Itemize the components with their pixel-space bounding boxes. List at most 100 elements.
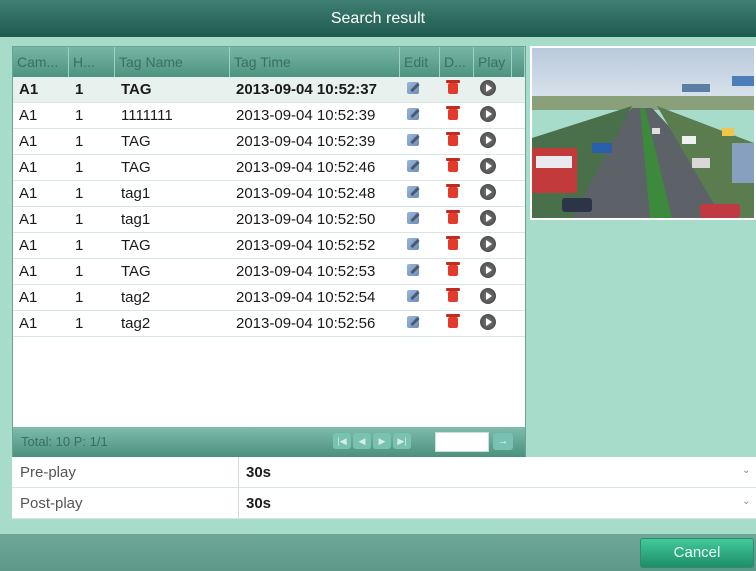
table-row[interactable]: A1 1 tag1 2013-09-04 10:52:50 [13, 207, 525, 233]
chevron-down-icon[interactable]: ⌄ [742, 465, 750, 476]
cell-tag-name: TAG [121, 133, 151, 150]
cell-tag-name: TAG [121, 237, 151, 254]
cell-h: 1 [75, 211, 84, 228]
cell-tag-time: 2013-09-04 10:52:39 [236, 133, 376, 150]
cell-camera: A1 [19, 81, 39, 98]
play-icon[interactable] [480, 261, 496, 278]
edit-icon[interactable] [406, 159, 420, 173]
first-page-icon[interactable]: |◀ [333, 433, 351, 449]
cell-tag-time: 2013-09-04 10:52:53 [236, 263, 376, 280]
col-header-h[interactable]: H... [69, 47, 115, 77]
cell-h: 1 [75, 107, 84, 124]
post-play-label: Post-play [20, 495, 83, 512]
cell-h: 1 [75, 133, 84, 150]
cell-camera: A1 [19, 315, 38, 332]
cell-tag-name: 1111111 [121, 107, 173, 124]
cell-tag-time: 2013-09-04 10:52:56 [236, 315, 376, 332]
delete-icon[interactable] [446, 314, 460, 329]
cell-tag-name: TAG [121, 159, 151, 176]
cell-tag-time: 2013-09-04 10:52:46 [236, 159, 376, 176]
cell-camera: A1 [19, 185, 38, 202]
edit-icon[interactable] [406, 107, 420, 121]
edit-icon[interactable] [406, 133, 420, 147]
cell-camera: A1 [19, 159, 38, 176]
cell-tag-name: tag2 [121, 315, 151, 332]
cell-tag-name: TAG [121, 263, 151, 280]
col-header-delete[interactable]: D... [440, 47, 474, 77]
cell-tag-time: 2013-09-04 10:52:52 [236, 237, 376, 254]
cell-camera: A1 [19, 237, 38, 254]
edit-icon[interactable] [406, 211, 420, 225]
cell-tag-time: 2013-09-04 10:52:37 [236, 81, 377, 98]
search-result-dialog: Cam... H... Tag Name Tag Time Edit D... … [0, 37, 756, 571]
play-icon[interactable] [480, 183, 496, 200]
edit-icon[interactable] [406, 263, 420, 277]
cell-camera: A1 [19, 133, 38, 150]
play-icon[interactable] [480, 105, 496, 122]
edit-icon[interactable] [406, 185, 420, 199]
play-icon[interactable] [480, 131, 496, 148]
col-header-tag-time[interactable]: Tag Time [230, 47, 400, 77]
cell-h: 1 [75, 263, 84, 280]
delete-icon[interactable] [446, 262, 460, 277]
cell-h: 1 [75, 315, 84, 332]
post-play-row[interactable]: Post-play 30s ⌄ [12, 488, 756, 519]
table-header: Cam... H... Tag Name Tag Time Edit D... … [13, 47, 525, 77]
page-number-input[interactable] [435, 432, 489, 452]
table-row[interactable]: A1 1 tag2 2013-09-04 10:52:54 [13, 285, 525, 311]
next-page-icon[interactable]: ▶ [373, 433, 391, 449]
table-row[interactable]: A1 1 tag1 2013-09-04 10:52:48 [13, 181, 525, 207]
table-row[interactable]: A1 1 TAG 2013-09-04 10:52:46 [13, 155, 525, 181]
chevron-down-icon[interactable]: ⌄ [742, 496, 750, 507]
post-play-value[interactable]: 30s [246, 495, 271, 512]
play-icon[interactable] [480, 235, 496, 252]
edit-icon[interactable] [406, 237, 420, 251]
play-icon[interactable] [480, 157, 496, 174]
delete-icon[interactable] [446, 106, 460, 121]
col-header-camera[interactable]: Cam... [13, 47, 69, 77]
col-header-tag-name[interactable]: Tag Name [115, 47, 230, 77]
cell-h: 1 [75, 185, 84, 202]
cell-tag-name: tag1 [121, 185, 151, 202]
video-preview [530, 46, 756, 220]
table-row[interactable]: A1 1 TAG 2013-09-04 10:52:37 [13, 77, 525, 103]
table-row[interactable]: A1 1 TAG 2013-09-04 10:52:52 [13, 233, 525, 259]
edit-icon[interactable] [406, 289, 420, 303]
last-page-icon[interactable]: ▶| [393, 433, 411, 449]
cell-tag-name: TAG [121, 81, 152, 98]
cell-tag-time: 2013-09-04 10:52:54 [236, 289, 376, 306]
col-header-play[interactable]: Play [474, 47, 512, 77]
pre-play-value[interactable]: 30s [246, 464, 271, 481]
col-header-edit[interactable]: Edit [400, 47, 440, 77]
play-icon[interactable] [480, 79, 496, 96]
play-icon[interactable] [480, 313, 496, 330]
cell-camera: A1 [19, 107, 38, 124]
cell-camera: A1 [19, 263, 38, 280]
cancel-button[interactable]: Cancel [640, 538, 754, 568]
table-row[interactable]: A1 1 tag2 2013-09-04 10:52:56 [13, 311, 525, 337]
delete-icon[interactable] [446, 236, 460, 251]
arrow-right-icon[interactable]: → [493, 433, 513, 450]
cell-tag-time: 2013-09-04 10:52:39 [236, 107, 376, 124]
delete-icon[interactable] [446, 132, 460, 147]
table-row[interactable]: A1 1 TAG 2013-09-04 10:52:39 [13, 129, 525, 155]
play-icon[interactable] [480, 287, 496, 304]
delete-icon[interactable] [446, 158, 460, 173]
edit-icon[interactable] [406, 81, 420, 95]
table-row[interactable]: A1 1 TAG 2013-09-04 10:52:53 [13, 259, 525, 285]
results-table: Cam... H... Tag Name Tag Time Edit D... … [12, 46, 526, 458]
window-title: Search result [0, 0, 756, 37]
table-row[interactable]: A1 1 1111111 2013-09-04 10:52:39 [13, 103, 525, 129]
delete-icon[interactable] [446, 184, 460, 199]
delete-icon[interactable] [446, 288, 460, 303]
cell-tag-time: 2013-09-04 10:52:50 [236, 211, 376, 228]
play-icon[interactable] [480, 209, 496, 226]
cell-h: 1 [75, 159, 84, 176]
table-body: A1 1 TAG 2013-09-04 10:52:37 A1 1 111111… [13, 77, 525, 337]
edit-icon[interactable] [406, 315, 420, 329]
delete-icon[interactable] [446, 80, 460, 95]
prev-page-icon[interactable]: ◀ [353, 433, 371, 449]
pre-play-row[interactable]: Pre-play 30s ⌄ [12, 457, 756, 488]
divider [238, 488, 239, 518]
delete-icon[interactable] [446, 210, 460, 225]
